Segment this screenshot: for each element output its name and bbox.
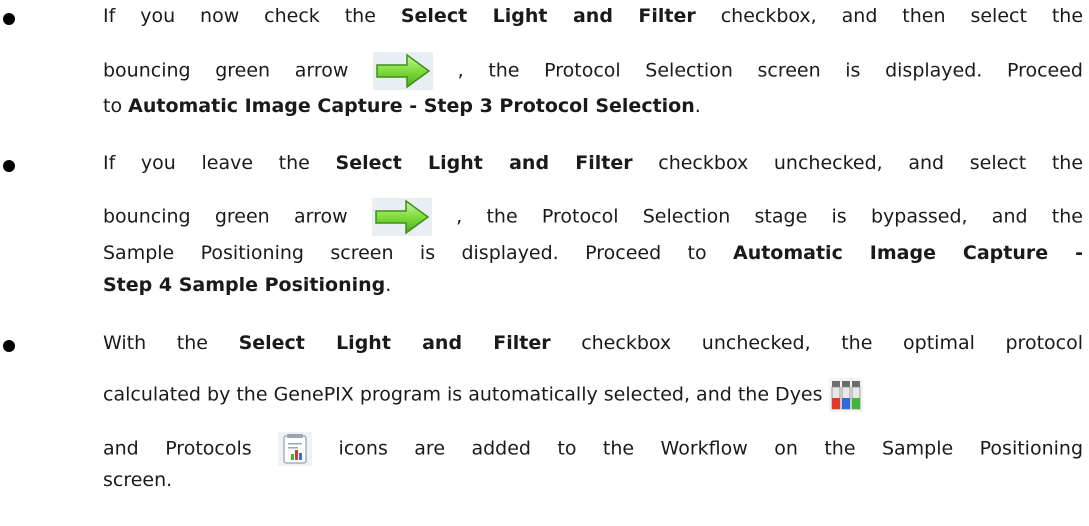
bullet-dot (3, 160, 15, 172)
bullet-2-line-2: bouncing green arrow , the Protocol Sele… (103, 198, 1083, 236)
bullet-3-line-2: calculated by the GenePIX program is aut… (103, 378, 863, 412)
bullet-2-line-4: Step 4 Sample Positioning. (103, 274, 392, 296)
dyes-icon (828, 378, 863, 412)
bullet-2-line-3: Sample Positioning screen is displayed. … (103, 242, 1083, 264)
bullet-dot (3, 340, 15, 352)
bullet-1-line-2: bouncing green arrow , the Protocol Sele… (103, 52, 1083, 90)
bullet-dot (3, 13, 15, 25)
bullet-1-line-1: If you now check the Select Light and Fi… (103, 5, 1084, 27)
protocols-icon (278, 432, 313, 466)
bullet-3-line-4: screen. (103, 469, 173, 491)
green-arrow-icon (373, 52, 434, 90)
bullet-1-line-3: to Automatic Image Capture - Step 3 Prot… (103, 95, 701, 117)
green-arrow-icon (371, 198, 432, 236)
bullet-3-line-1: With the Select Light and Filter checkbo… (103, 332, 1083, 354)
bullet-3-line-3: and Protocols icons are added to the Wor… (103, 432, 1083, 466)
bullet-2-line-1: If you leave the Select Light and Filter… (103, 152, 1084, 174)
